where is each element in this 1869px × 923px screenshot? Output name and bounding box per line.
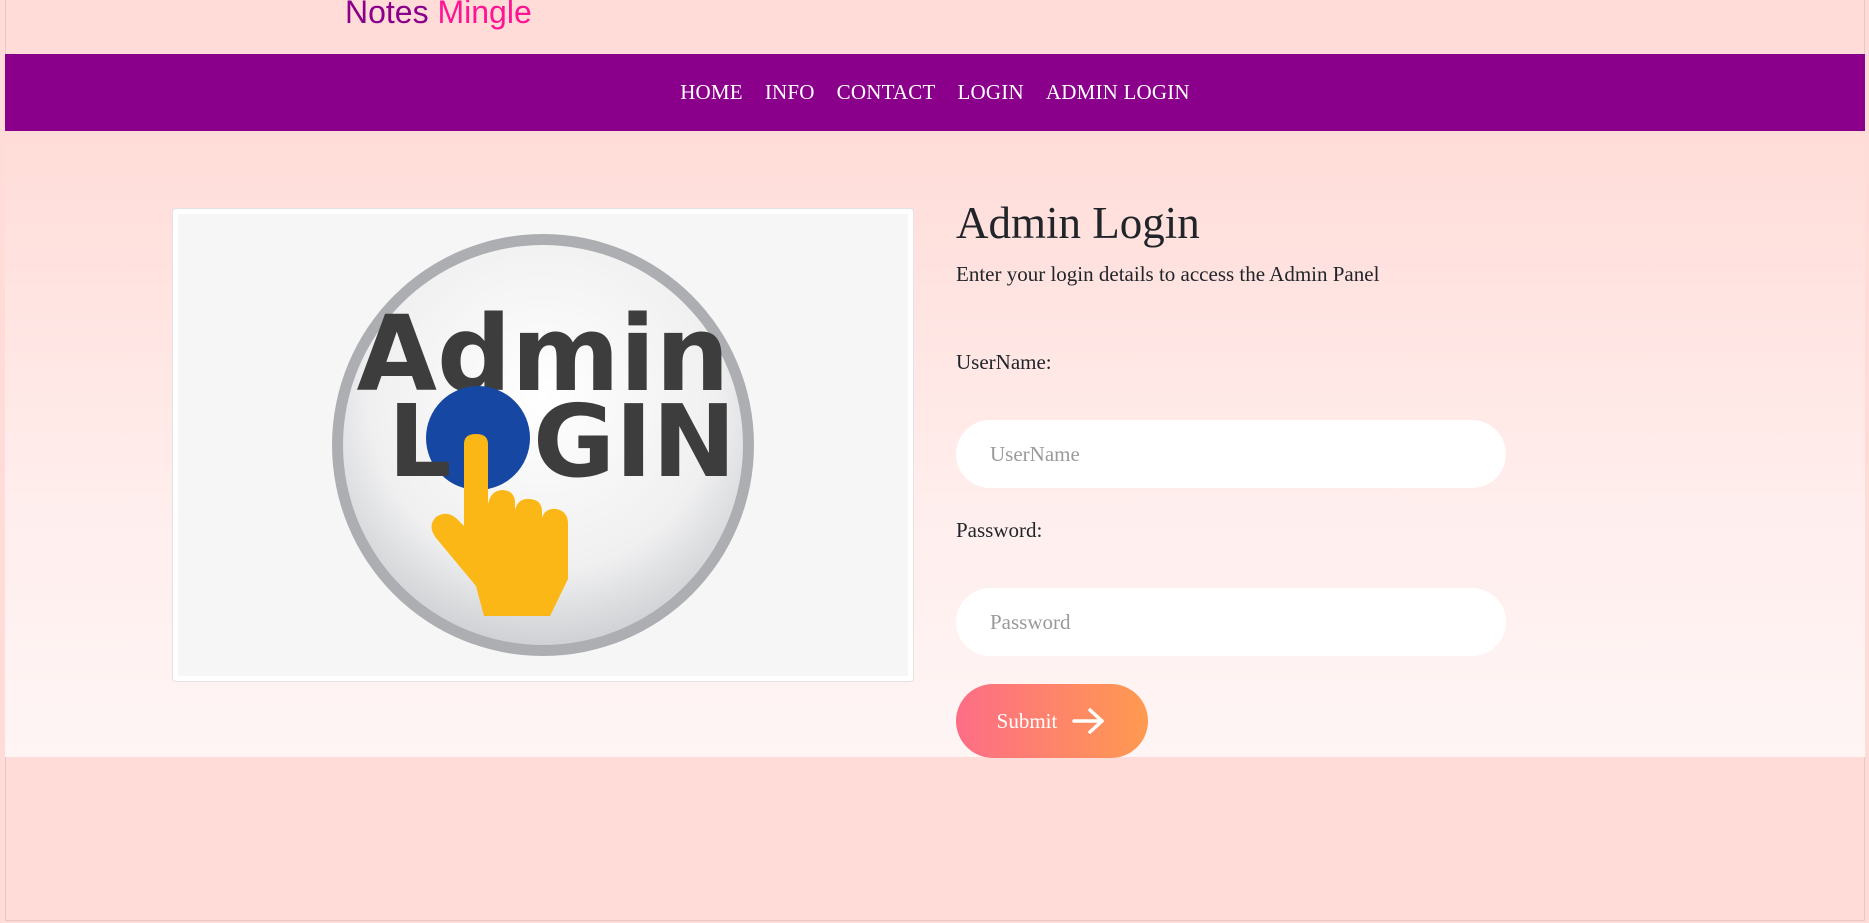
admin-login-image-card: Admin L GIN [172, 208, 914, 682]
password-input[interactable] [956, 588, 1506, 656]
image-text-l: L [388, 383, 452, 500]
submit-button-label: Submit [996, 708, 1058, 733]
brand-logo[interactable]: Notes Mingle [345, 0, 532, 32]
main-navbar: HOME INFO CONTACT LOGIN ADMIN LOGIN [5, 54, 1865, 131]
admin-login-illustration: Admin L GIN [178, 214, 908, 676]
page-subtitle: Enter your login details to access the A… [956, 262, 1380, 286]
nav-admin-login[interactable]: ADMIN LOGIN [1046, 80, 1190, 105]
nav-home[interactable]: HOME [680, 80, 743, 105]
nav-login[interactable]: LOGIN [958, 80, 1024, 105]
page-title: Admin Login [956, 198, 1200, 248]
admin-login-hand-icon: Admin L GIN [332, 234, 754, 656]
username-input[interactable] [956, 420, 1506, 488]
arrow-right-icon [1071, 707, 1107, 735]
username-label: UserName: [956, 350, 1052, 374]
password-label: Password: [956, 518, 1043, 542]
brand-name-part1: Notes [345, 0, 429, 30]
nav-info[interactable]: INFO [765, 80, 815, 105]
brand-name-part2: Mingle [437, 0, 532, 30]
admin-login-form: Admin Login Enter your login details to … [956, 196, 1516, 758]
nav-contact[interactable]: CONTACT [837, 80, 936, 105]
submit-button[interactable]: Submit [956, 684, 1148, 758]
image-text-gin: GIN [533, 383, 736, 500]
